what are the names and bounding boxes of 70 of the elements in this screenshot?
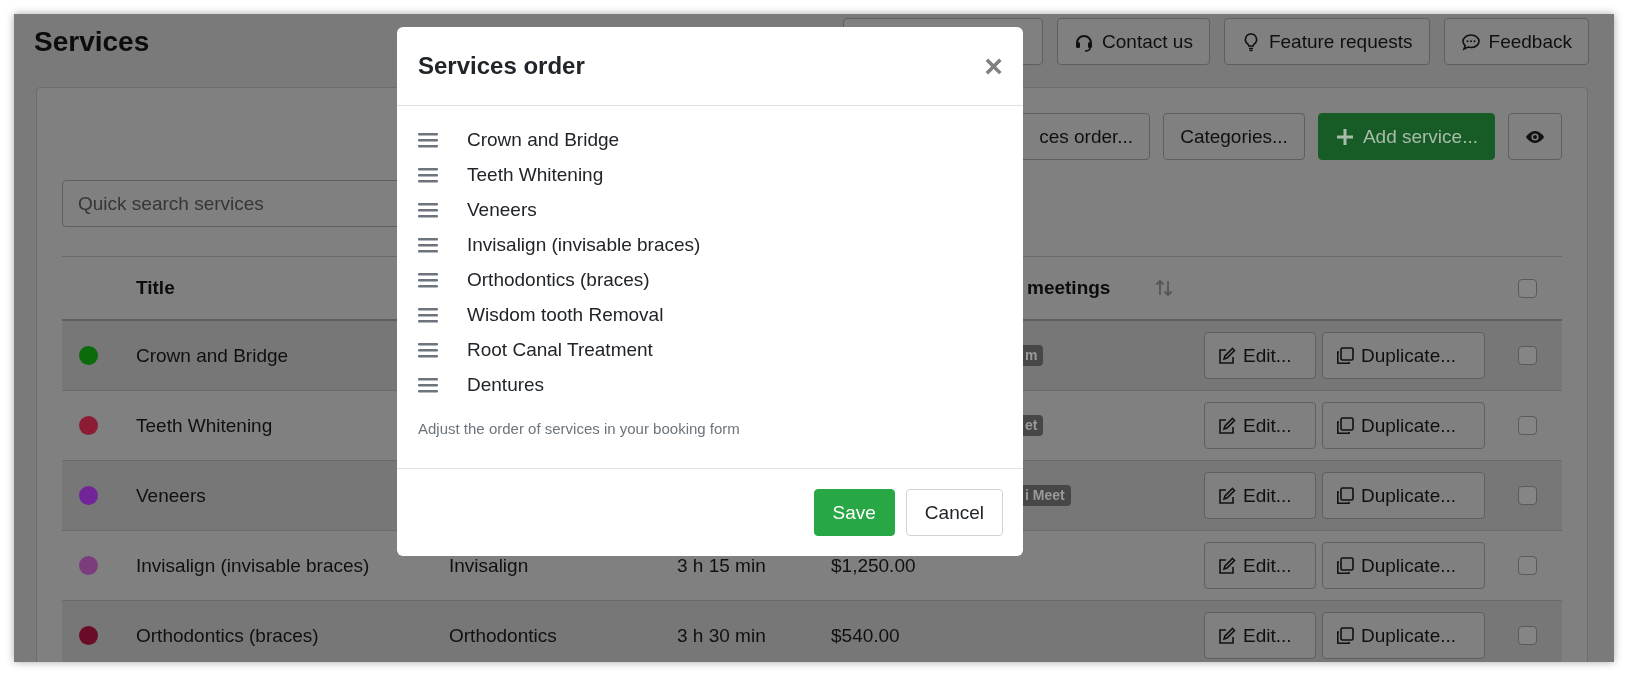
copy-icon [1335, 415, 1355, 436]
table-cell: Invisalign [449, 554, 529, 577]
help-text: Adjust the order of services in your booking form [418, 420, 741, 437]
drag-handle-icon[interactable] [418, 165, 438, 184]
visibility-button[interactable] [1508, 113, 1562, 160]
checkbox[interactable] [1518, 346, 1537, 365]
meeting-badge: et [1023, 415, 1044, 436]
header-button[interactable]: Contact us [1057, 18, 1210, 65]
duplicate-button[interactable]: Duplicate... [1322, 612, 1485, 659]
edit-button[interactable]: Edit... [1204, 542, 1316, 589]
drag-handle-icon[interactable] [418, 130, 438, 149]
checkbox[interactable] [1518, 416, 1537, 435]
drag-handle-icon[interactable] [418, 375, 438, 394]
drag-handle-icon[interactable] [418, 305, 438, 324]
sortable-item[interactable]: Orthodontics (braces) [467, 268, 650, 291]
column-header: Title [136, 277, 175, 299]
checkbox[interactable] [1518, 626, 1537, 645]
drag-handle-icon[interactable] [418, 235, 438, 254]
copy-icon [1335, 625, 1355, 646]
column-header: meetings [1027, 277, 1111, 299]
chat-icon [1460, 31, 1481, 52]
table-cell: Crown and Bridge [136, 344, 289, 367]
table-cell: $540.00 [831, 624, 900, 647]
sortable-item[interactable]: Wisdom tooth Removal [467, 303, 664, 326]
edit-icon [1217, 415, 1237, 436]
checkbox[interactable] [1518, 278, 1537, 298]
save-button[interactable]: Save [813, 489, 895, 536]
edit-button[interactable]: Edit... [1204, 402, 1316, 449]
drag-handle-icon[interactable] [418, 270, 438, 289]
sortable-item[interactable]: Invisalign (invisable braces) [467, 233, 701, 256]
meeting-badge: m [1023, 345, 1044, 366]
checkbox[interactable] [1518, 556, 1537, 575]
table-cell: Orthodontics (braces) [136, 624, 319, 647]
edit-icon [1217, 625, 1237, 646]
table-cell: 3 h 15 min [677, 554, 766, 577]
sortable-item[interactable]: Root Canal Treatment [467, 338, 653, 361]
drag-handle-icon[interactable] [418, 340, 438, 359]
header-button[interactable]: Feature requests [1223, 18, 1430, 65]
copy-icon [1335, 555, 1355, 576]
table-cell: 3 h 30 min [677, 624, 766, 647]
copy-icon [1335, 345, 1355, 366]
header-button[interactable]: Feedback [1443, 18, 1589, 65]
table-cell: Teeth Whitening [136, 414, 273, 437]
edit-icon [1217, 485, 1237, 506]
table-cell: Veneers [136, 484, 206, 507]
table-cell: Orthodontics [449, 624, 557, 647]
edit-button[interactable]: Edit... [1204, 472, 1316, 519]
duplicate-button[interactable]: Duplicate... [1322, 402, 1485, 449]
edit-button[interactable]: Edit... [1204, 332, 1316, 379]
cancel-button[interactable]: Cancel [905, 489, 1003, 536]
page-title: Services [34, 26, 151, 58]
edit-icon [1217, 555, 1237, 576]
sortable-item[interactable]: Crown and Bridge [467, 128, 620, 151]
modal-title: Services order [418, 52, 585, 80]
categories-button[interactable]: Categories... [1163, 113, 1305, 160]
plus-icon [1334, 126, 1355, 147]
drag-handle-icon[interactable] [418, 200, 438, 219]
duplicate-button[interactable]: Duplicate... [1322, 472, 1485, 519]
copy-icon [1335, 485, 1355, 506]
sortable-item[interactable]: Dentures [467, 373, 545, 396]
duplicate-button[interactable]: Duplicate... [1322, 332, 1485, 379]
meeting-badge: i Meet [1023, 485, 1071, 506]
close-button[interactable]: × [984, 50, 1003, 82]
table-cell: Invisalign (invisable braces) [136, 554, 370, 577]
duplicate-button[interactable]: Duplicate... [1322, 542, 1485, 589]
edit-icon [1217, 345, 1237, 366]
checkbox[interactable] [1518, 486, 1537, 505]
table-cell: $1,250.00 [831, 554, 916, 577]
edit-button[interactable]: Edit... [1204, 612, 1316, 659]
add-service-button[interactable]: Add service... [1317, 113, 1495, 160]
